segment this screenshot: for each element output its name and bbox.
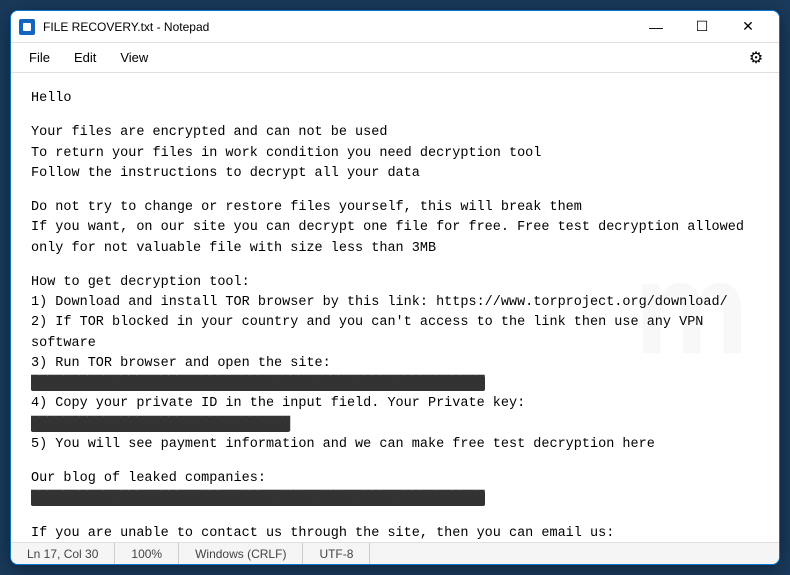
blog-line: Our blog of leaked companies: xyxy=(31,469,759,489)
title-bar: FILE RECOVERY.txt - Notepad — ☐ ✕ xyxy=(11,11,779,43)
text-content[interactable]: m Hello Your files are encrypted and can… xyxy=(11,73,779,542)
line-ending: Windows (CRLF) xyxy=(179,543,303,564)
contact-line1: If you are unable to contact us through … xyxy=(31,524,759,543)
close-button[interactable]: ✕ xyxy=(725,11,771,43)
blog-redacted: ████████████████████████████████████████… xyxy=(31,489,759,509)
menu-edit[interactable]: Edit xyxy=(64,46,106,69)
status-bar: Ln 17, Col 30 100% Windows (CRLF) UTF-8 xyxy=(11,542,779,564)
app-icon xyxy=(19,19,35,35)
encoding: UTF-8 xyxy=(303,543,370,564)
step2-line: 2) If TOR blocked in your country and yo… xyxy=(31,313,759,354)
window-title: FILE RECOVERY.txt - Notepad xyxy=(43,20,633,34)
contact-para: If you are unable to contact us through … xyxy=(31,524,759,543)
settings-icon[interactable]: ⚙ xyxy=(741,43,771,73)
hello-line: Hello xyxy=(31,89,759,109)
menu-bar: File Edit View ⚙ xyxy=(11,43,779,73)
instr-head: How to get decryption tool: xyxy=(31,273,759,293)
warning-para: Do not try to change or restore files yo… xyxy=(31,198,759,259)
maximize-button[interactable]: ☐ xyxy=(679,11,725,43)
blog-para: Our blog of leaked companies: ██████████… xyxy=(31,469,759,510)
step1-line: 1) Download and install TOR browser by t… xyxy=(31,293,759,313)
warn-line3: only for not valuable file with size les… xyxy=(31,239,759,259)
window-controls: — ☐ ✕ xyxy=(633,11,771,43)
encryption-notice-para: Your files are encrypted and can not be … xyxy=(31,123,759,184)
enc-line2: To return your files in work condition y… xyxy=(31,144,759,164)
instructions-para: How to get decryption tool: 1) Download … xyxy=(31,273,759,455)
warn-line1: Do not try to change or restore files yo… xyxy=(31,198,759,218)
cursor-position: Ln 17, Col 30 xyxy=(19,543,115,564)
step4-line: 4) Copy your private ID in the input fie… xyxy=(31,394,759,435)
step3-redacted: ████████████████████████████████████████… xyxy=(31,374,759,394)
greeting-para: Hello xyxy=(31,89,759,109)
menu-view[interactable]: View xyxy=(110,46,158,69)
step5-line: 5) You will see payment information and … xyxy=(31,435,759,455)
enc-line3: Follow the instructions to decrypt all y… xyxy=(31,164,759,184)
minimize-button[interactable]: — xyxy=(633,11,679,43)
notepad-window: FILE RECOVERY.txt - Notepad — ☐ ✕ File E… xyxy=(10,10,780,565)
step3-line: 3) Run TOR browser and open the site: xyxy=(31,354,759,374)
zoom-level: 100% xyxy=(115,543,179,564)
menu-file[interactable]: File xyxy=(19,46,60,69)
warn-line2: If you want, on our site you can decrypt… xyxy=(31,218,759,238)
enc-line1: Your files are encrypted and can not be … xyxy=(31,123,759,143)
